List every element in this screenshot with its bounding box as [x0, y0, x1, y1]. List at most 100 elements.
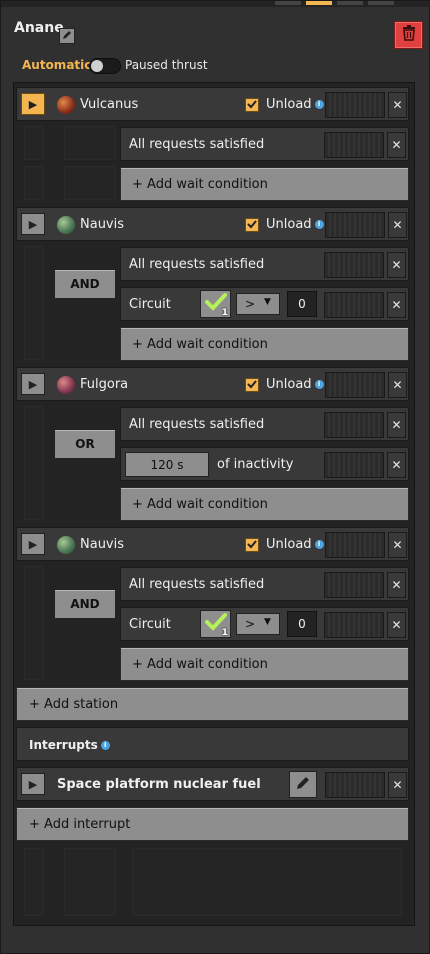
unload-checkbox[interactable] — [245, 538, 259, 552]
inactivity-label: of inactivity — [217, 457, 294, 472]
unload-text: Unload — [266, 537, 312, 552]
empty-slot — [132, 848, 402, 916]
close-icon: ✕ — [391, 298, 402, 312]
wait-condition-row[interactable]: All requests satisfied ✕ — [120, 407, 409, 441]
interrupt-row[interactable]: ▶ Space platform nuclear fuel ✕ — [16, 767, 409, 801]
drag-slot[interactable] — [324, 452, 384, 478]
top-tab[interactable] — [275, 1, 301, 5]
drag-slot[interactable] — [325, 372, 385, 398]
checkmark-icon — [247, 538, 257, 553]
info-icon: i — [314, 540, 324, 549]
nauvis-planet-icon — [57, 536, 75, 554]
drag-slot[interactable] — [324, 572, 384, 598]
edit-interrupt-button[interactable] — [289, 771, 317, 798]
remove-condition-button[interactable]: ✕ — [387, 252, 406, 278]
remove-interrupt-button[interactable]: ✕ — [388, 772, 407, 798]
rename-button[interactable] — [59, 28, 75, 44]
trash-icon — [402, 25, 416, 45]
comparator-dropdown[interactable]: > ▼ — [236, 613, 280, 635]
close-icon: ✕ — [391, 258, 402, 272]
inactivity-time-input[interactable]: 120 s — [125, 452, 209, 477]
wait-condition-row[interactable]: All requests satisfied ✕ — [120, 567, 409, 601]
play-button[interactable]: ▶ — [21, 373, 45, 395]
constant-input[interactable]: 0 — [287, 291, 317, 317]
remove-station-button[interactable]: ✕ — [388, 532, 407, 558]
station-row-nauvis-2[interactable]: ▶ Nauvis Unload i ✕ — [16, 527, 409, 561]
close-icon: ✕ — [392, 538, 403, 552]
station-row-nauvis[interactable]: ▶ Nauvis Unload i ✕ — [16, 207, 409, 241]
play-button[interactable]: ▶ — [21, 213, 45, 235]
station-row-vulcanus[interactable]: ▶ Vulcanus Unload i ✕ — [16, 87, 409, 121]
station-name: Fulgora — [80, 377, 129, 392]
circuit-condition-row[interactable]: Circuit 1 > ▼ 0 ✕ — [120, 287, 409, 321]
constant-input[interactable]: 0 — [287, 611, 317, 637]
station-row-fulgora[interactable]: ▶ Fulgora Unload i ✕ — [16, 367, 409, 401]
unload-label: Unload i — [266, 97, 324, 112]
add-station-button[interactable]: + Add station — [16, 687, 409, 721]
drag-slot[interactable] — [325, 212, 385, 238]
remove-condition-button[interactable]: ✕ — [387, 452, 406, 478]
remove-condition-button[interactable]: ✕ — [387, 132, 406, 158]
drag-slot[interactable] — [325, 772, 385, 798]
circuit-condition-row[interactable]: Circuit 1 > ▼ 0 ✕ — [120, 607, 409, 641]
info-icon: i — [314, 380, 324, 389]
unload-checkbox[interactable] — [245, 378, 259, 392]
unload-checkbox[interactable] — [245, 218, 259, 232]
play-icon: ▶ — [28, 537, 38, 551]
remove-condition-button[interactable]: ✕ — [387, 292, 406, 318]
condition-label: All requests satisfied — [129, 257, 265, 272]
close-icon: ✕ — [391, 138, 402, 152]
signal-selector[interactable]: 1 — [200, 290, 231, 318]
checkmark-icon — [247, 98, 257, 113]
drag-slot[interactable] — [324, 252, 384, 278]
comparator-dropdown[interactable]: > ▼ — [236, 293, 280, 315]
drag-slot[interactable] — [325, 92, 385, 118]
drag-slot[interactable] — [324, 132, 384, 158]
add-wait-condition-button[interactable]: + Add wait condition — [120, 327, 409, 361]
unload-label: Unload i — [266, 377, 324, 392]
logic-toggle-button[interactable]: OR — [54, 429, 116, 459]
condition-label: All requests satisfied — [129, 577, 265, 592]
remove-station-button[interactable]: ✕ — [388, 212, 407, 238]
logic-toggle-button[interactable]: AND — [54, 589, 116, 619]
automatic-toggle[interactable] — [89, 58, 121, 74]
remove-condition-button[interactable]: ✕ — [387, 612, 406, 638]
signal-selector[interactable]: 1 — [200, 610, 231, 638]
drag-slot[interactable] — [324, 292, 384, 318]
delete-button[interactable] — [394, 21, 423, 49]
condition-label: Circuit — [129, 297, 171, 312]
drag-slot[interactable] — [324, 412, 384, 438]
add-wait-condition-label: + Add wait condition — [132, 337, 268, 352]
inactivity-condition-row[interactable]: 120 s of inactivity ✕ — [120, 447, 409, 481]
top-tab[interactable] — [337, 1, 363, 5]
remove-station-button[interactable]: ✕ — [388, 372, 407, 398]
logic-toggle-button[interactable]: AND — [54, 269, 116, 299]
top-tab[interactable] — [368, 1, 394, 5]
play-button[interactable]: ▶ — [21, 533, 45, 555]
add-wait-condition-button[interactable]: + Add wait condition — [120, 167, 409, 201]
drag-slot[interactable] — [324, 612, 384, 638]
play-icon: ▶ — [28, 217, 38, 231]
top-tab-active[interactable] — [306, 1, 332, 5]
add-interrupt-button[interactable]: + Add interrupt — [16, 807, 409, 841]
add-wait-condition-button[interactable]: + Add wait condition — [120, 647, 409, 681]
remove-station-button[interactable]: ✕ — [388, 92, 407, 118]
unload-checkbox[interactable] — [245, 98, 259, 112]
info-icon: i — [314, 220, 324, 229]
drag-slot[interactable] — [325, 532, 385, 558]
add-wait-condition-button[interactable]: + Add wait condition — [120, 487, 409, 521]
wait-condition-row[interactable]: All requests satisfied ✕ — [120, 127, 409, 161]
close-icon: ✕ — [392, 378, 403, 392]
play-button[interactable]: ▶ — [21, 93, 45, 115]
paused-thrust-label: Paused thrust — [125, 58, 208, 72]
close-icon: ✕ — [391, 578, 402, 592]
info-icon: i — [314, 100, 324, 109]
indent-placeholder — [24, 406, 44, 520]
close-icon: ✕ — [391, 418, 402, 432]
checkmark-icon — [247, 378, 257, 393]
play-button[interactable]: ▶ — [21, 773, 45, 795]
station-name: Nauvis — [80, 217, 125, 232]
wait-condition-row[interactable]: All requests satisfied ✕ — [120, 247, 409, 281]
remove-condition-button[interactable]: ✕ — [387, 572, 406, 598]
remove-condition-button[interactable]: ✕ — [387, 412, 406, 438]
